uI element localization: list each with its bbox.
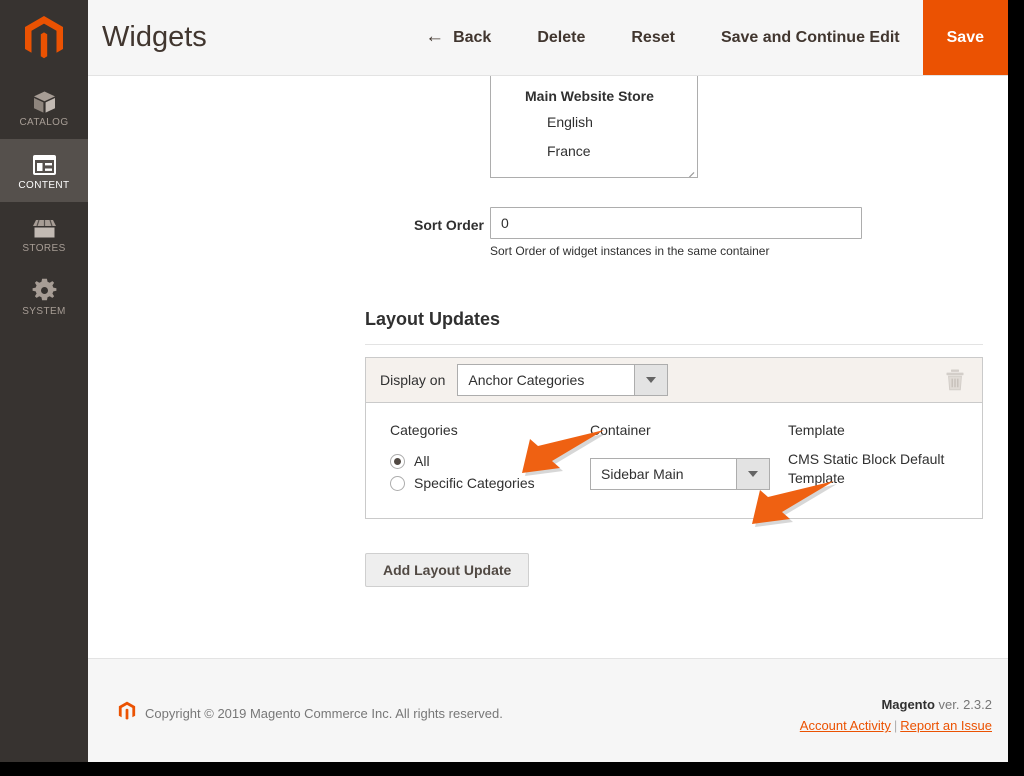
sidebar-item-label: CATALOG	[19, 117, 68, 128]
sidebar-item-label: CONTENT	[18, 180, 69, 191]
back-button-label: Back	[453, 29, 491, 47]
sidebar-item-system[interactable]: SYSTEM	[0, 265, 88, 328]
store-view-option[interactable]: France	[491, 137, 697, 166]
sort-order-input[interactable]	[490, 207, 862, 239]
container-column: Container Sidebar Main	[590, 422, 788, 494]
back-button[interactable]: ← Back	[425, 28, 491, 47]
magento-logo-icon	[118, 701, 136, 726]
copyright-text: Copyright © 2019 Magento Commerce Inc. A…	[145, 706, 503, 721]
display-on-label: Display on	[380, 372, 445, 388]
footer-copyright-block: Copyright © 2019 Magento Commerce Inc. A…	[118, 701, 503, 726]
template-column: Template CMS Static Block Default Templa…	[788, 422, 958, 494]
categories-header: Categories	[390, 422, 590, 438]
brand-name: Magento	[881, 697, 934, 712]
layout-updates-title: Layout Updates	[365, 309, 500, 330]
display-on-value: Anchor Categories	[458, 365, 634, 395]
sidebar-item-content[interactable]: CONTENT	[0, 139, 88, 202]
footer-links: Account Activity|Report an Issue	[800, 718, 992, 733]
storefront-icon	[31, 214, 58, 240]
sidebar-item-catalog[interactable]: CATALOG	[0, 76, 88, 139]
chevron-down-icon	[736, 459, 769, 489]
container-header: Container	[590, 422, 788, 438]
gear-icon	[32, 277, 57, 303]
footer-meta-block: Magento ver. 2.3.2 Account Activity|Repo…	[800, 697, 992, 733]
radio-specific-categories[interactable]: Specific Categories	[390, 472, 590, 494]
sort-order-note: Sort Order of widget instances in the sa…	[490, 244, 769, 258]
page-content: Main Website Store English France Sort O…	[88, 76, 1008, 658]
sidebar-item-label: STORES	[22, 243, 65, 254]
display-on-select[interactable]: Anchor Categories	[457, 364, 668, 396]
layout-icon	[32, 151, 57, 177]
categories-column: Categories All Specific Categories	[390, 422, 590, 494]
delete-button[interactable]: Delete	[537, 29, 585, 47]
page-header: Widgets ← Back Delete Reset Save and Con…	[88, 0, 1008, 76]
save-and-continue-edit-button[interactable]: Save and Continue Edit	[721, 29, 900, 47]
version-text: Magento ver. 2.3.2	[800, 697, 992, 712]
box-icon	[32, 88, 57, 114]
save-button[interactable]: Save	[923, 0, 1008, 75]
container-value: Sidebar Main	[591, 459, 736, 489]
store-view-multiselect[interactable]: Main Website Store English France	[490, 76, 698, 178]
template-value: CMS Static Block Default Template	[788, 450, 958, 488]
link-separator: |	[891, 718, 900, 733]
page-footer: Copyright © 2019 Magento Commerce Inc. A…	[88, 658, 1008, 762]
radio-all[interactable]: All	[390, 450, 590, 472]
chevron-down-icon	[634, 365, 667, 395]
add-layout-update-button[interactable]: Add Layout Update	[365, 553, 529, 587]
reset-button[interactable]: Reset	[631, 29, 675, 47]
sidebar-item-stores[interactable]: STORES	[0, 202, 88, 265]
arrow-left-icon: ←	[425, 27, 444, 46]
admin-application: CATALOG CONTENT	[0, 0, 1008, 762]
store-view-group-label: Main Website Store	[491, 85, 697, 108]
layout-update-card: Display on Anchor Categories	[365, 357, 983, 519]
page-title: Widgets	[102, 21, 207, 54]
admin-sidebar: CATALOG CONTENT	[0, 0, 88, 762]
template-header: Template	[788, 422, 958, 438]
radio-indicator	[390, 454, 405, 469]
layout-update-body: Categories All Specific Categories Conta…	[366, 403, 982, 518]
container-select[interactable]: Sidebar Main	[590, 458, 770, 490]
magento-logo-icon[interactable]	[0, 0, 88, 76]
radio-indicator	[390, 476, 405, 491]
store-view-option[interactable]: English	[491, 108, 697, 137]
sort-order-label: Sort Order	[284, 217, 484, 233]
resize-handle-icon[interactable]	[683, 163, 695, 175]
section-divider	[365, 344, 983, 345]
report-an-issue-link[interactable]: Report an Issue	[900, 718, 992, 733]
sidebar-item-label: SYSTEM	[22, 306, 66, 317]
account-activity-link[interactable]: Account Activity	[800, 718, 891, 733]
radio-all-label: All	[414, 450, 430, 472]
version-number: ver. 2.3.2	[939, 697, 992, 712]
page-actions: ← Back Delete Reset Save and Continue Ed…	[402, 0, 1008, 75]
screenshot-root: CATALOG CONTENT	[0, 0, 1024, 776]
radio-specific-categories-label: Specific Categories	[414, 472, 535, 494]
trash-icon[interactable]	[944, 368, 966, 392]
main-area: Widgets ← Back Delete Reset Save and Con…	[88, 0, 1008, 762]
layout-update-header: Display on Anchor Categories	[366, 358, 982, 403]
